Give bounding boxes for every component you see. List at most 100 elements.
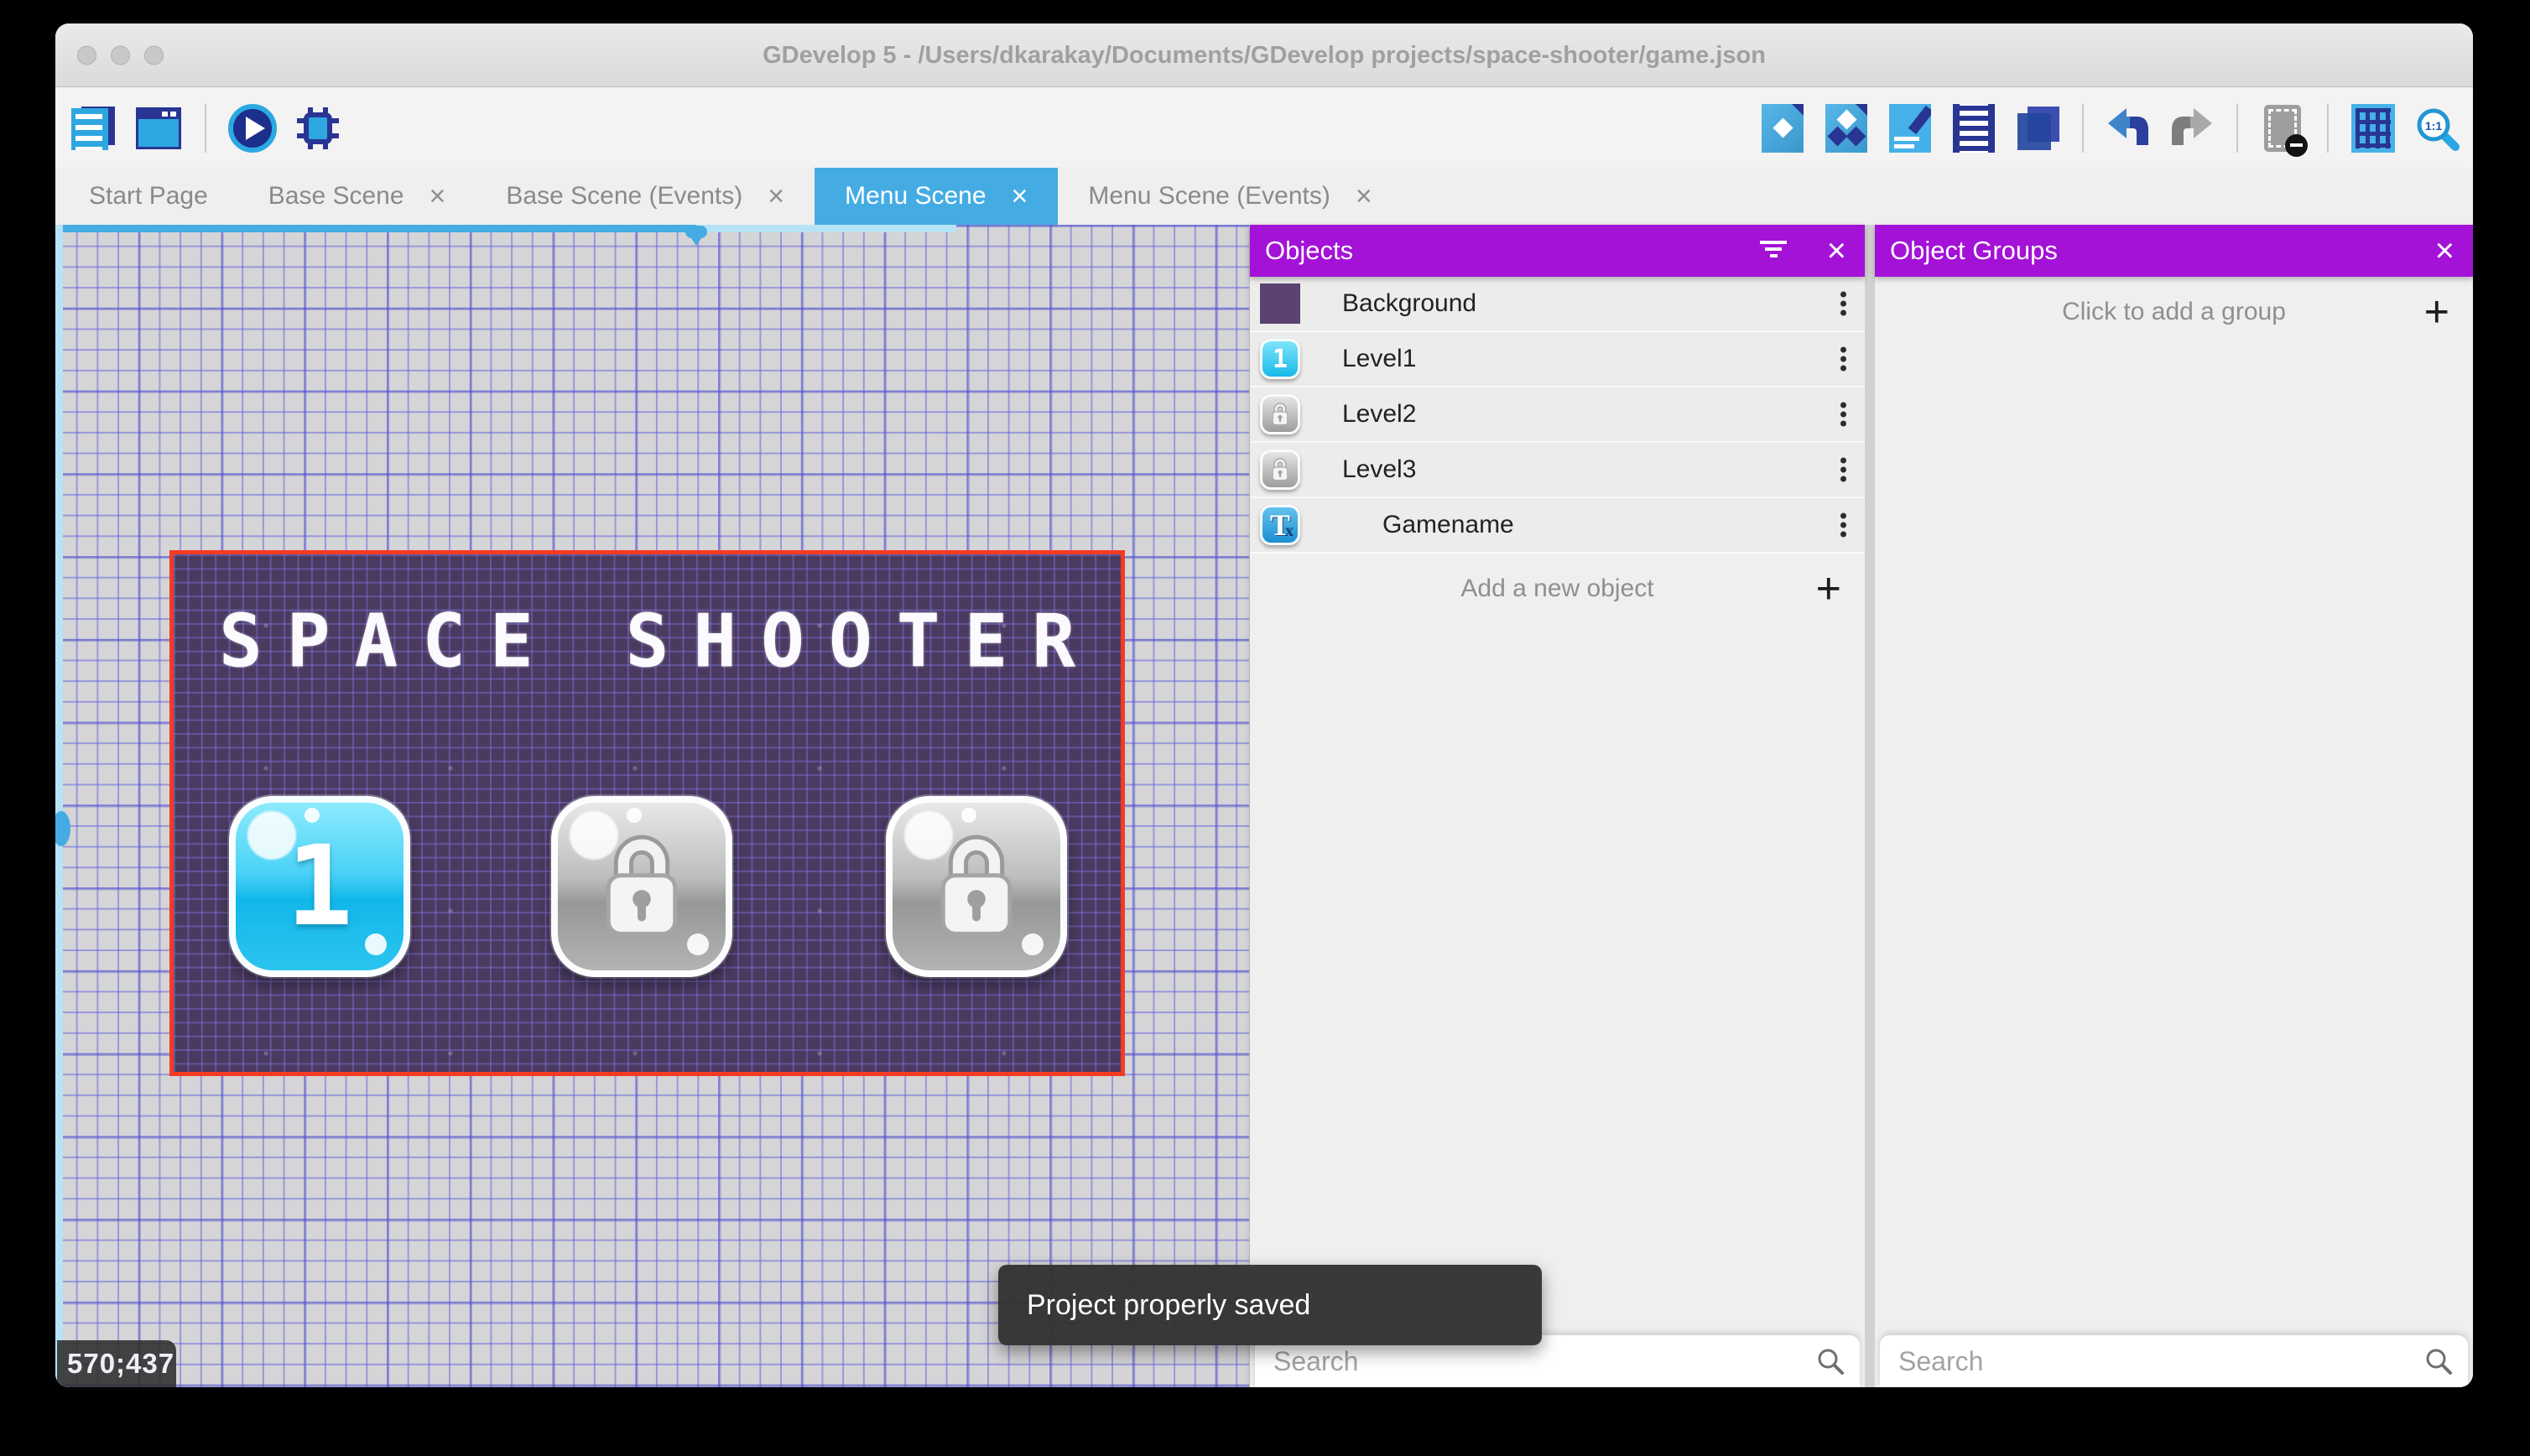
game-scene-window[interactable]: SPACE SHOOTER 1 <box>169 550 1125 1076</box>
close-tab-icon[interactable]: × <box>768 182 784 211</box>
object-menu-icon[interactable] <box>1837 451 1850 489</box>
level3-button-object[interactable] <box>886 796 1067 977</box>
tab-label: Base Scene <box>268 182 404 211</box>
save-toast: Project properly saved <box>998 1265 1542 1345</box>
object-thumbnail-level1: 1 <box>1260 339 1300 379</box>
padlock-icon <box>933 834 1020 939</box>
object-menu-icon[interactable] <box>1837 507 1850 544</box>
object-label: Level1 <box>1342 345 1416 373</box>
object-label: Level2 <box>1342 400 1416 429</box>
vertical-scrollbar-track[interactable] <box>55 225 63 1387</box>
object-row-background[interactable]: Background <box>1250 277 1865 332</box>
toolbar-divider <box>2236 104 2238 153</box>
gdevelop-window: GDevelop 5 - /Users/dkarakay/Documents/G… <box>55 23 2473 1387</box>
cursor-coordinates-readout: 570;437 <box>57 1340 176 1387</box>
thumbnail-digit: 1 <box>1273 345 1288 374</box>
tab-label: Menu Scene (Events) <box>1088 182 1330 211</box>
undo-icon[interactable] <box>2104 104 2153 153</box>
title-bar: GDevelop 5 - /Users/dkarakay/Documents/G… <box>55 23 2473 87</box>
level2-button-object[interactable] <box>551 796 732 977</box>
toggle-mask-icon[interactable] <box>2258 104 2307 153</box>
objects-panel-title: Objects <box>1265 236 1353 266</box>
horizontal-scrollbar-marker[interactable] <box>685 226 707 238</box>
objects-panel-header: Objects × <box>1250 225 1865 277</box>
add-group-button[interactable]: Click to add a group + <box>1875 277 2473 347</box>
padlock-icon <box>1271 403 1289 426</box>
desktop-background: GDevelop 5 - /Users/dkarakay/Documents/G… <box>0 0 2530 1456</box>
object-row-level2[interactable]: Level2 <box>1250 387 1865 443</box>
panel-divider[interactable] <box>1865 225 1875 1387</box>
search-icon <box>1816 1347 1845 1375</box>
search-icon <box>2424 1347 2453 1375</box>
zoom-original-icon[interactable]: 1:1 <box>2413 104 2461 153</box>
object-groups-panel: Object Groups × Click to add a group + <box>1875 225 2473 1387</box>
add-object-label: Add a new object <box>1460 575 1653 603</box>
tab-menu-scene-events[interactable]: Menu Scene (Events) × <box>1058 168 1402 225</box>
toolbar-divider <box>2327 104 2329 153</box>
level1-button-object[interactable]: 1 <box>229 796 410 977</box>
gloss-sparkle <box>305 808 320 823</box>
main-toolbar: 1:1 <box>55 88 2473 168</box>
plus-icon: + <box>1816 567 1841 611</box>
close-panel-icon[interactable]: × <box>2435 234 2455 268</box>
tab-start-page[interactable]: Start Page <box>59 168 238 225</box>
tab-label: Menu Scene <box>845 182 986 211</box>
groups-search-input[interactable] <box>1880 1335 2468 1387</box>
level1-digit: 1 <box>286 822 352 951</box>
padlock-icon <box>1271 458 1289 481</box>
object-menu-icon[interactable] <box>1837 285 1850 323</box>
instances-list-icon[interactable] <box>1950 104 1998 153</box>
tab-menu-scene[interactable]: Menu Scene × <box>815 168 1058 225</box>
project-manager-icon[interactable] <box>69 104 117 153</box>
add-new-object-button[interactable]: Add a new object + <box>1250 554 1865 624</box>
close-tab-icon[interactable]: × <box>1356 182 1372 211</box>
object-groups-panel-title: Object Groups <box>1890 236 2058 266</box>
close-tab-icon[interactable]: × <box>429 182 446 211</box>
scene-editor-canvas[interactable]: SPACE SHOOTER 1 <box>55 225 1250 1387</box>
object-thumbnail-level3 <box>1260 450 1300 490</box>
object-groups-panel-header: Object Groups × <box>1875 225 2473 277</box>
objects-panel: Objects × Background 1 Level1 <box>1250 225 1865 1387</box>
object-menu-icon[interactable] <box>1837 396 1850 434</box>
plus-icon: + <box>2424 290 2449 334</box>
filter-icon[interactable] <box>1759 241 1788 261</box>
close-panel-icon[interactable]: × <box>1827 234 1846 268</box>
object-label: Gamename <box>1382 511 1514 539</box>
window-title: GDevelop 5 - /Users/dkarakay/Documents/G… <box>55 23 2473 87</box>
horizontal-scrollbar-thumb[interactable] <box>55 225 696 232</box>
object-label: Level3 <box>1342 455 1416 484</box>
tab-label: Start Page <box>89 182 208 211</box>
main-area: SPACE SHOOTER 1 <box>55 225 2473 1387</box>
editor-tabs: Start Page Base Scene × Base Scene (Even… <box>55 168 2473 225</box>
tab-base-scene[interactable]: Base Scene × <box>238 168 476 225</box>
object-label: Background <box>1342 289 1476 318</box>
properties-panel-icon[interactable] <box>1886 104 1934 153</box>
add-group-label: Click to add a group <box>2062 298 2286 326</box>
gloss-sparkle <box>961 808 976 823</box>
object-menu-icon[interactable] <box>1837 341 1850 378</box>
padlock-icon <box>598 834 685 939</box>
object-row-level1[interactable]: 1 Level1 <box>1250 332 1865 387</box>
scene-window-icon[interactable] <box>134 104 183 153</box>
object-row-gamename[interactable]: T x Gamename <box>1250 498 1865 554</box>
gloss-sparkle <box>627 808 642 823</box>
object-thumbnail-background <box>1260 283 1300 324</box>
layers-panel-icon[interactable] <box>2013 104 2062 153</box>
vertical-scrollbar-thumb[interactable] <box>55 811 70 846</box>
debugger-icon[interactable] <box>294 104 342 153</box>
object-groups-panel-icon[interactable] <box>1822 104 1871 153</box>
objects-panel-icon[interactable] <box>1758 104 1807 153</box>
toolbar-divider <box>205 104 206 153</box>
close-tab-icon[interactable]: × <box>1012 182 1028 211</box>
scene-title-text-object[interactable]: SPACE SHOOTER <box>174 599 1145 684</box>
tab-label: Base Scene (Events) <box>506 182 742 211</box>
tab-base-scene-events[interactable]: Base Scene (Events) × <box>476 168 815 225</box>
object-thumbnail-gamename-text: T x <box>1260 505 1300 545</box>
groups-search <box>1880 1335 2468 1387</box>
redo-icon[interactable] <box>2168 104 2216 153</box>
object-row-level3[interactable]: Level3 <box>1250 443 1865 498</box>
preview-play-icon[interactable] <box>228 104 277 153</box>
toast-message: Project properly saved <box>1027 1289 1310 1322</box>
toggle-grid-icon[interactable] <box>2349 104 2397 153</box>
toolbar-divider <box>2082 104 2084 153</box>
